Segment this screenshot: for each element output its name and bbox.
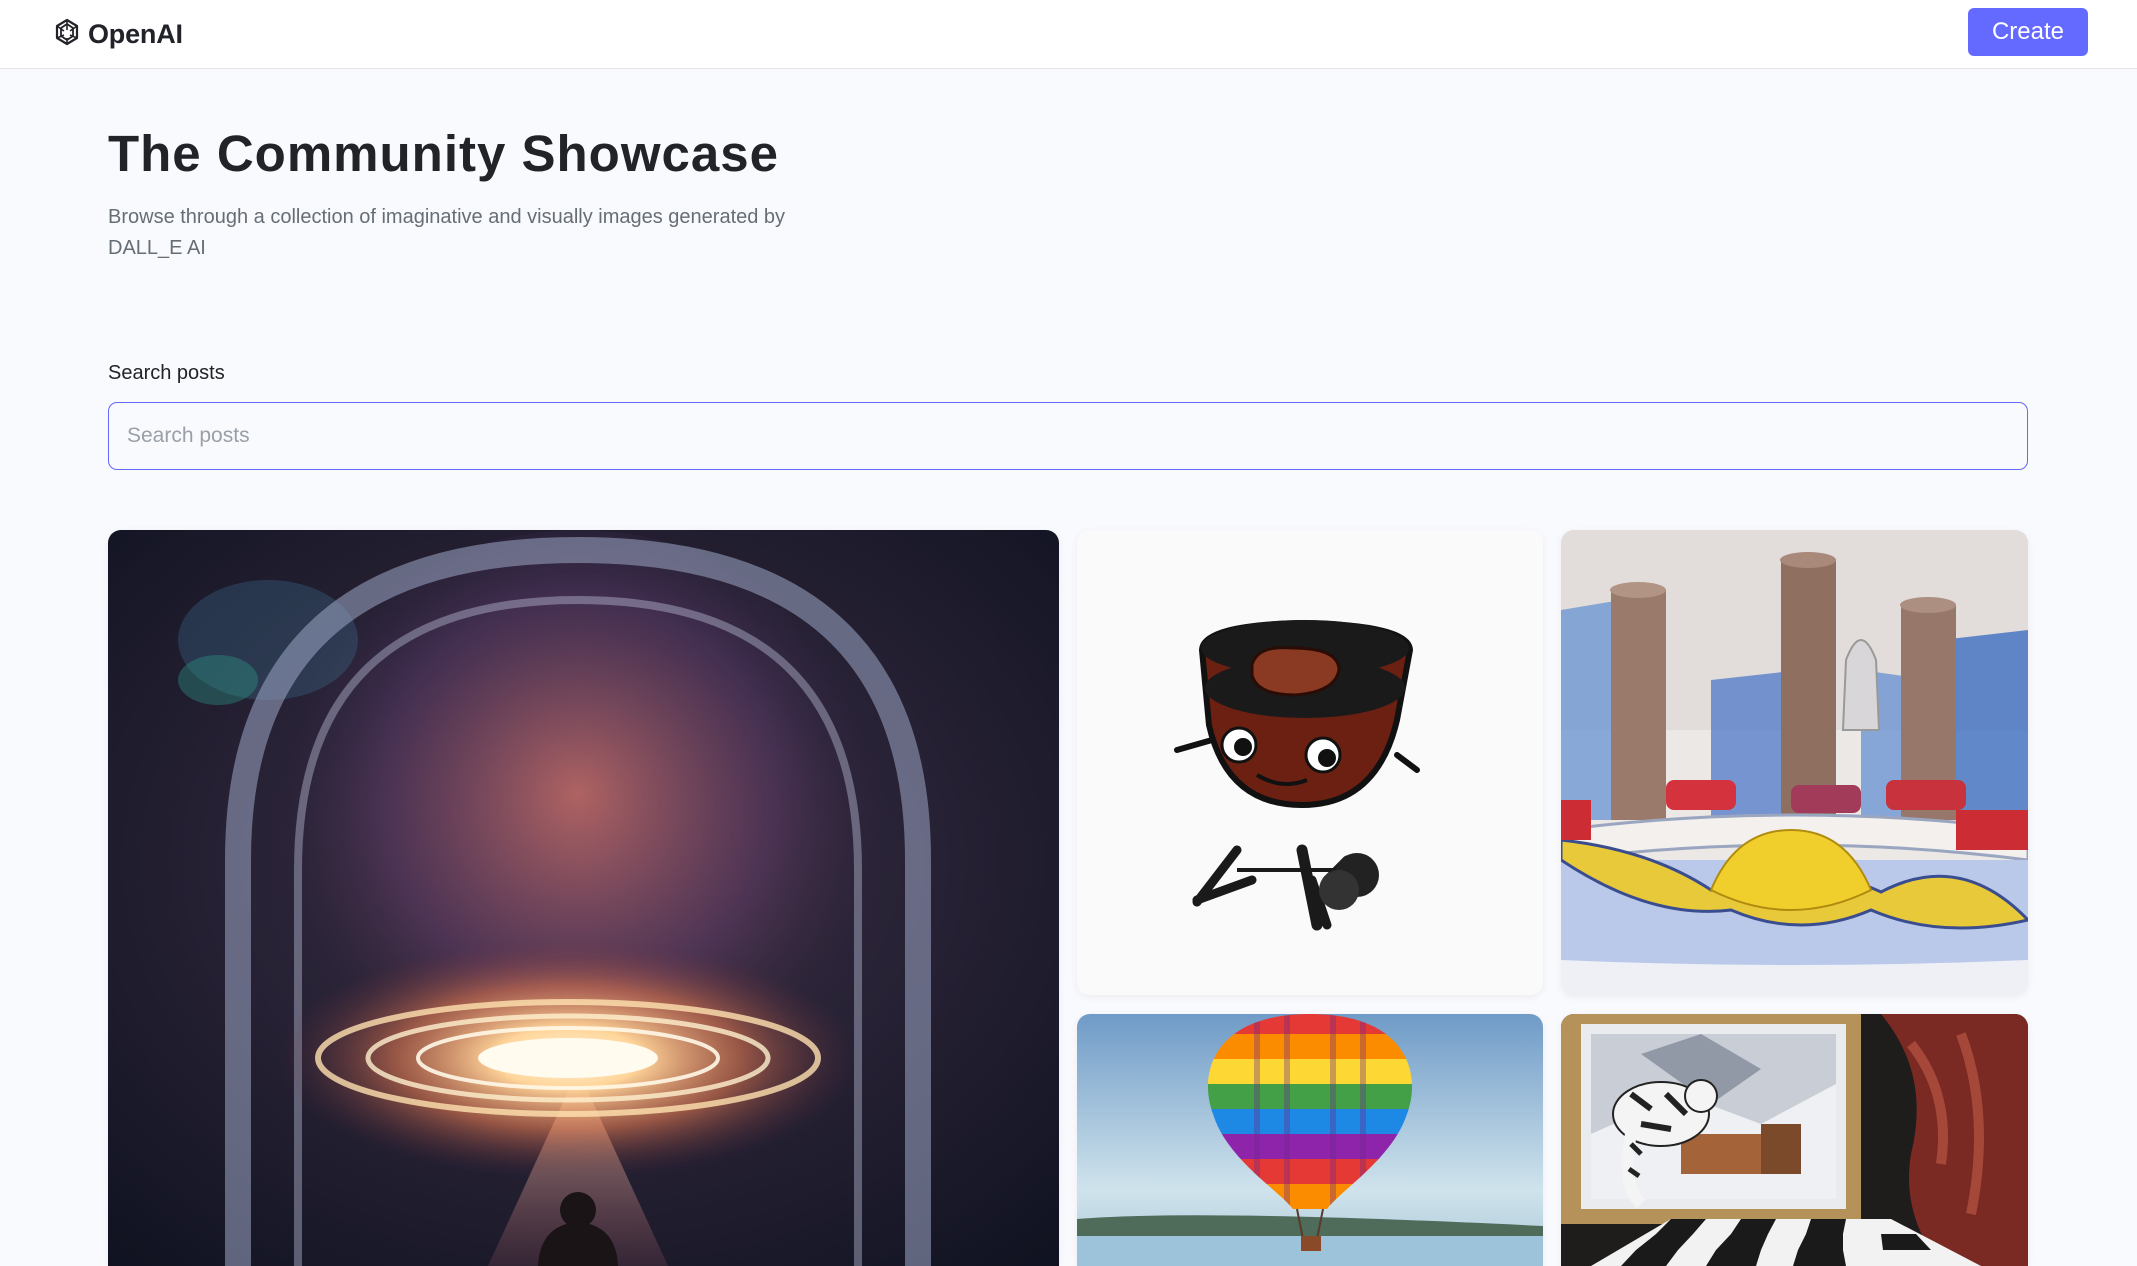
page-title: The Community Showcase (108, 125, 779, 182)
cosmic-portal-image (108, 530, 1059, 1266)
grill-character-card[interactable] (1077, 530, 1543, 995)
page-subtitle: Browse through a collection of imaginati… (108, 206, 786, 259)
search-label: Search posts (108, 362, 225, 384)
cat-chessboard-painting-image (1561, 1014, 2028, 1266)
create-button[interactable]: Create (1968, 8, 2088, 56)
brand-logo[interactable]: OpenAI (50, 14, 183, 54)
rainbow-balloon-image (1077, 1014, 1543, 1266)
rainbow-balloon-card[interactable] (1077, 1014, 1543, 1266)
city-bridge-sketch-card[interactable] (1561, 530, 2028, 995)
brand-name: OpenAI (88, 18, 183, 49)
city-bridge-sketch-image (1561, 530, 2028, 995)
top-navbar: OpenAI Create (0, 0, 2137, 69)
openai-logo-icon (50, 17, 84, 51)
cosmic-portal-card[interactable] (108, 530, 1059, 1266)
grill-character-image (1077, 530, 1543, 995)
cat-chessboard-painting-card[interactable] (1561, 1014, 2028, 1266)
search-input[interactable] (108, 402, 2028, 470)
